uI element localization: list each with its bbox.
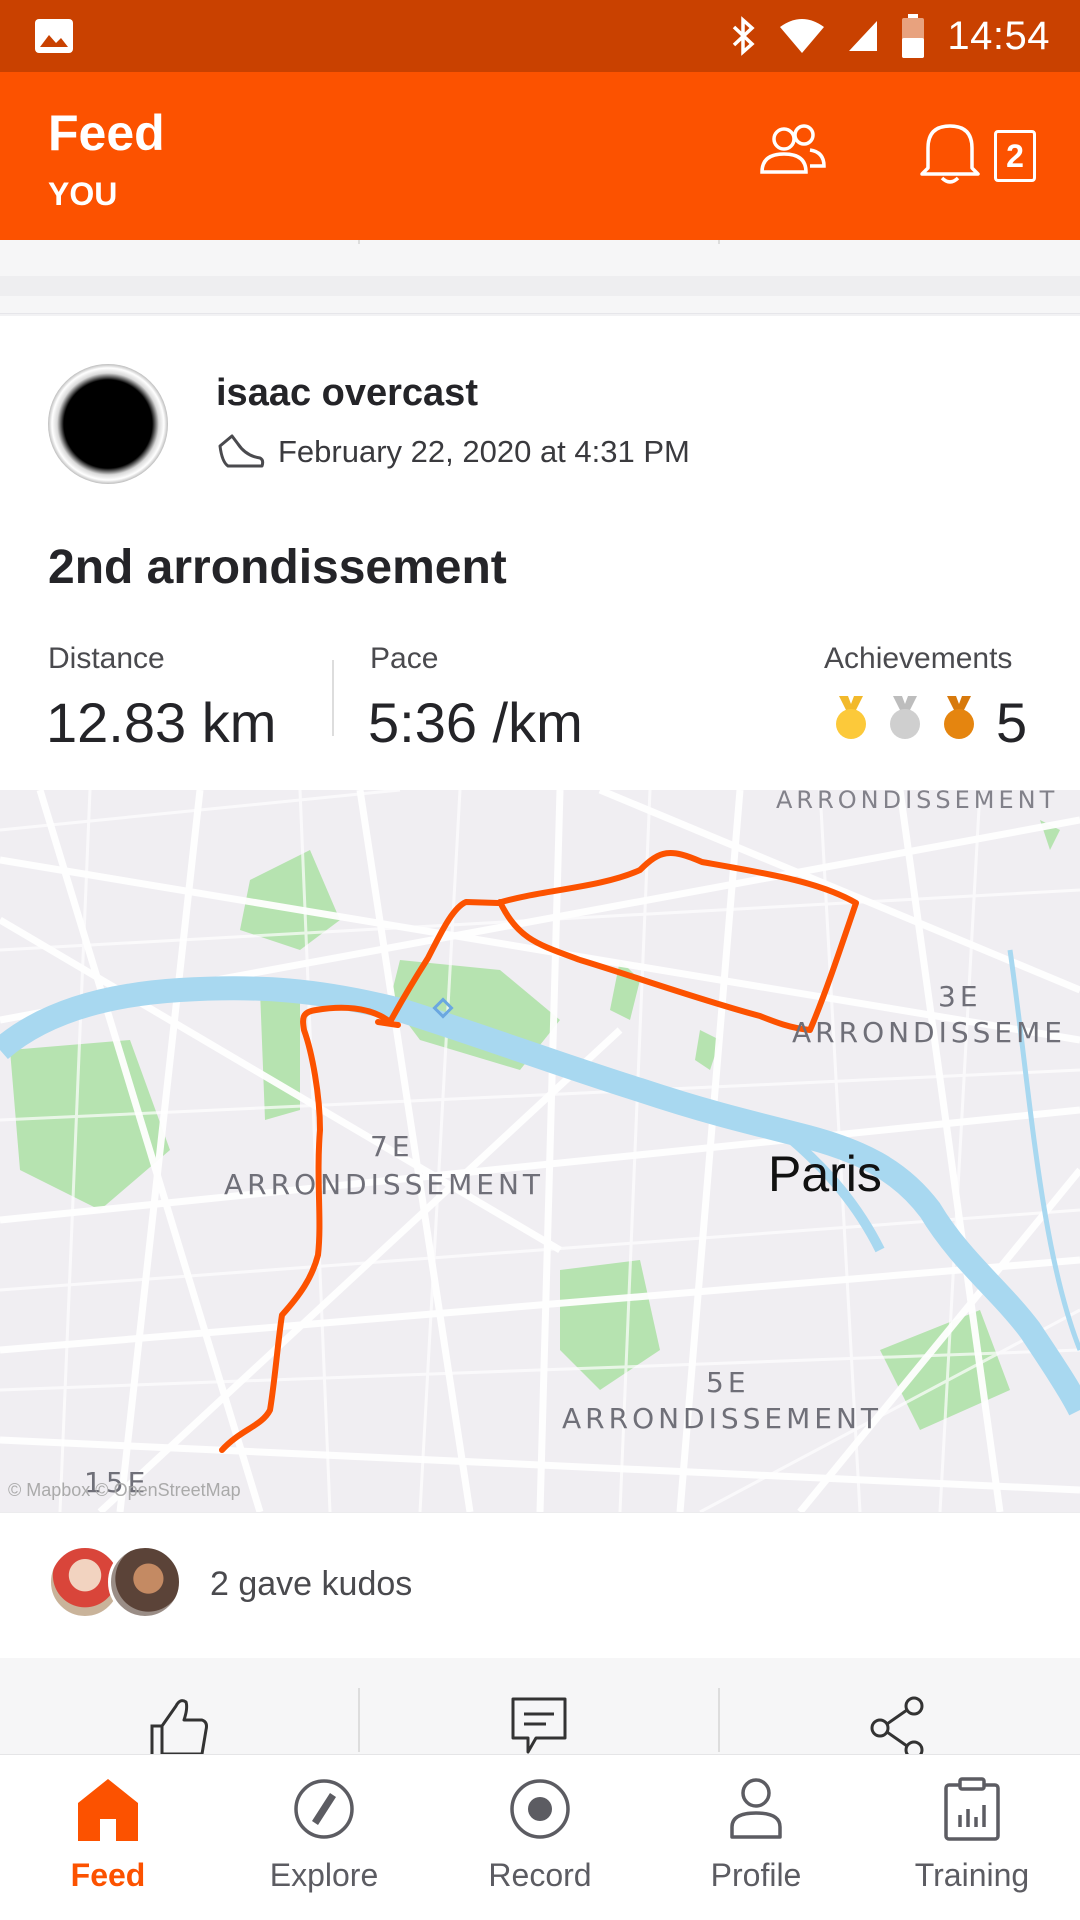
record-icon <box>510 1779 570 1839</box>
compass-icon <box>294 1779 354 1839</box>
achievements-count: 5 <box>996 691 1028 754</box>
bluetooth-icon <box>733 16 755 56</box>
person-icon <box>730 1778 782 1839</box>
tab-label: Training <box>914 1857 1030 1893</box>
tab-label: Feed <box>70 1857 146 1893</box>
strip-band <box>0 276 1080 296</box>
kudos-avatar[interactable] <box>108 1545 182 1619</box>
map-label-top: ARRONDISSEMENT <box>776 790 1059 814</box>
bronze-medal-icon <box>944 696 974 739</box>
run-shoe-icon <box>218 434 265 468</box>
kudos-row[interactable]: 2 gave kudos <box>0 1512 1080 1658</box>
map-label-3e: 3E <box>938 980 982 1013</box>
route-map[interactable]: ARRONDISSEMENT 3E ARRONDISSEME 7E ARROND… <box>0 790 1080 1512</box>
status-time: 14:54 <box>947 13 1050 58</box>
pace-value: 5:36 /km <box>368 691 583 754</box>
clipboard-chart-icon <box>944 1777 1000 1841</box>
notifications-bell-icon[interactable] <box>920 120 980 186</box>
tab-record[interactable]: Record <box>432 1755 648 1920</box>
strip-divider <box>718 240 720 244</box>
achievements-label: Achievements <box>824 642 1013 675</box>
map-label-5e: 5E <box>706 1366 750 1399</box>
activity-actions <box>0 1658 1080 1756</box>
share-icon[interactable] <box>868 1696 928 1756</box>
action-divider <box>358 1688 360 1752</box>
activity-datetime: February 22, 2020 at 4:31 PM <box>278 434 690 469</box>
tab-explore[interactable]: Explore <box>216 1755 432 1920</box>
page-title: Feed <box>48 105 165 161</box>
notification-count-badge[interactable]: 2 <box>994 130 1036 182</box>
map-tiles <box>0 790 1080 1512</box>
athlete-name[interactable]: isaac overcast <box>216 372 478 415</box>
action-divider <box>718 1688 720 1752</box>
wifi-icon <box>780 19 825 53</box>
home-icon <box>78 1779 138 1841</box>
silver-medal-icon <box>890 696 920 739</box>
map-label-7e: 7E <box>370 1130 414 1163</box>
tab-feed[interactable]: Feed <box>0 1755 216 1920</box>
tab-label: Explore <box>269 1857 379 1893</box>
achievement-medals <box>834 696 976 740</box>
feed-header-strip <box>0 240 1080 314</box>
find-friends-icon[interactable] <box>758 124 826 180</box>
strip-divider <box>358 240 360 244</box>
tab-label: Profile <box>710 1857 802 1893</box>
kudos-text[interactable]: 2 gave kudos <box>210 1565 412 1604</box>
athlete-avatar[interactable] <box>48 364 168 484</box>
cell-signal-icon <box>849 21 878 51</box>
gallery-notification-icon <box>35 19 73 53</box>
stat-divider <box>332 660 334 736</box>
map-label-paris: Paris <box>768 1146 882 1202</box>
map-label-7e-name: ARRONDISSEMENT <box>224 1168 545 1201</box>
activity-title[interactable]: 2nd arrondissement <box>48 540 507 595</box>
pace-label: Pace <box>370 642 439 675</box>
tab-profile[interactable]: Profile <box>648 1755 864 1920</box>
tab-training[interactable]: Training <box>864 1755 1080 1920</box>
tab-label: Record <box>488 1857 592 1893</box>
app-bar: Feed YOU 2 <box>0 72 1080 240</box>
status-bar: 14:54 <box>0 0 1080 72</box>
distance-value: 12.83 km <box>46 691 277 754</box>
comment-icon[interactable] <box>510 1696 568 1756</box>
activity-dateline: February 22, 2020 at 4:31 PM <box>216 434 690 470</box>
kudos-icon[interactable] <box>146 1696 210 1756</box>
map-label-5e-name: ARRONDISSEMENT <box>562 1402 883 1435</box>
map-label-3e-name: ARRONDISSEME <box>792 1016 1066 1049</box>
distance-label: Distance <box>48 642 165 675</box>
feed-filter[interactable]: YOU <box>48 176 117 213</box>
map-attribution[interactable]: © Mapbox © OpenStreetMap <box>8 1480 241 1501</box>
gold-medal-icon <box>836 696 866 739</box>
battery-icon <box>902 14 925 58</box>
bottom-navigation: Feed Explore Record Profile Training <box>0 1754 1080 1920</box>
